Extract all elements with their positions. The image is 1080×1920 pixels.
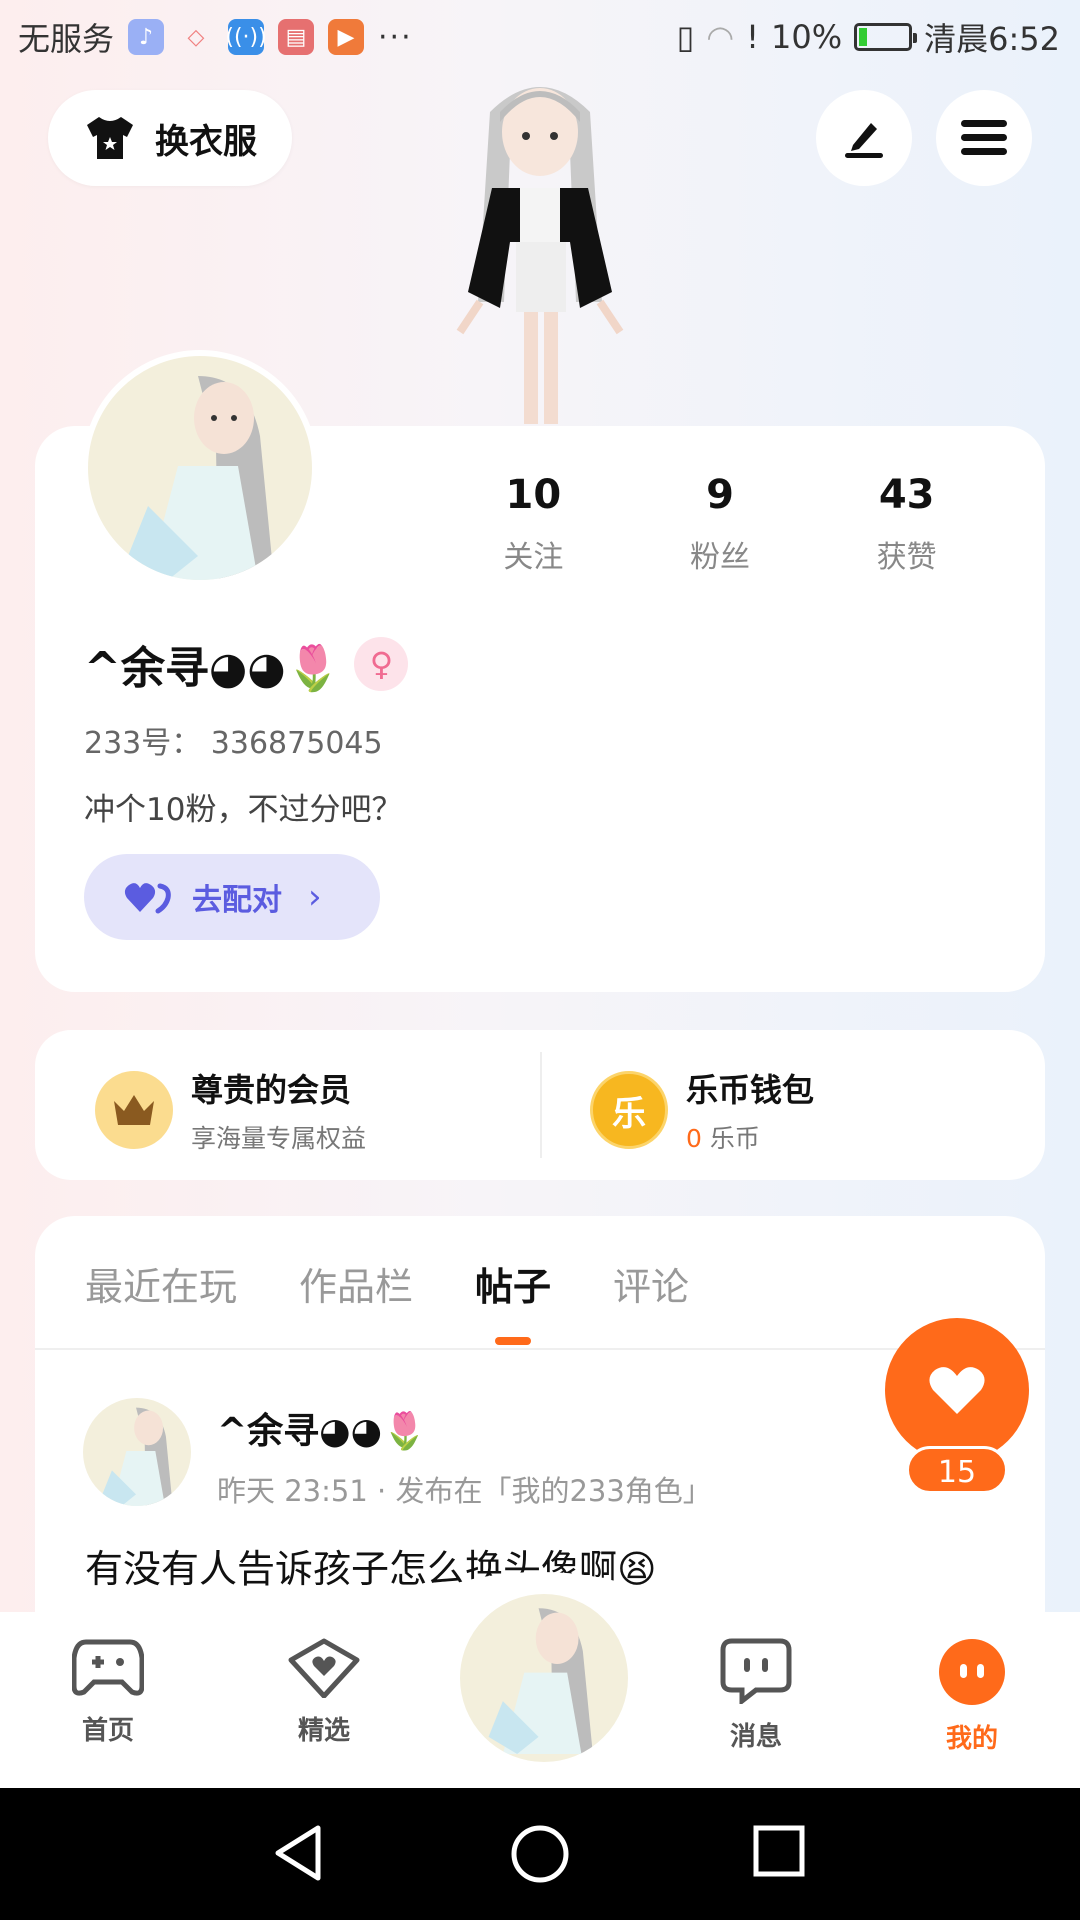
like-button[interactable]: [885, 1318, 1029, 1462]
nav-profile-label: 我的: [945, 1724, 998, 1754]
nickname: ^余寻◕◕🌷: [84, 643, 341, 694]
menu-button[interactable]: [936, 90, 1032, 186]
nav-featured-label: 精选: [297, 1716, 350, 1746]
wallet-entry[interactable]: 乐 乐币钱包 0 乐币: [590, 1065, 814, 1155]
go-match-label: 去配对: [192, 883, 282, 918]
profile-avatar[interactable]: [82, 350, 318, 586]
back-icon[interactable]: [272, 1824, 326, 1882]
change-outfit-button[interactable]: 换衣服: [48, 90, 292, 186]
more-notifications-icon: ···: [378, 19, 413, 55]
vip-member-entry[interactable]: 尊贵的会员 享海量专属权益: [95, 1065, 366, 1155]
followers-stat[interactable]: 9 粉丝: [627, 472, 814, 576]
hotspot-icon: ((·)): [225, 19, 267, 55]
hamburger-icon: [961, 120, 1007, 155]
chat-icon: [720, 1638, 792, 1707]
bio-text: 冲个10粉，不过分吧？: [84, 792, 403, 828]
member-wallet-card: 尊贵的会员 享海量专属权益 乐 乐币钱包 0 乐币: [35, 1030, 1045, 1180]
heart-icon: [929, 1367, 985, 1414]
system-nav-bar: [0, 1788, 1080, 1920]
pen-icon: [845, 123, 883, 158]
edit-button[interactable]: [816, 90, 912, 186]
followers-label: 粉丝: [690, 540, 750, 575]
vip-title: 尊贵的会员: [191, 1071, 352, 1109]
nav-home[interactable]: 首页: [38, 1638, 178, 1747]
following-count: 10: [505, 472, 562, 518]
likes-label: 获赞: [876, 540, 937, 575]
music-icon: ♪: [128, 19, 165, 55]
video-icon: ▶: [328, 19, 365, 55]
account-id: 233号： 336875045: [84, 726, 383, 761]
nav-messages[interactable]: 消息: [686, 1638, 826, 1753]
status-bar: 无服务 ♪ ◇ ((·)) ▤ ▶ ··· ▯ ◠ ! 10% 清晨6:52: [0, 0, 1080, 76]
post-author-name: ^余寻◕◕🌷: [217, 1411, 427, 1452]
heart-badge-icon: [288, 1638, 360, 1699]
following-stat[interactable]: 10 关注: [440, 472, 627, 576]
nav-center-avatar[interactable]: [456, 1590, 632, 1766]
avatar-portrait: [488, 1608, 593, 1754]
tab-recently-played[interactable]: 最近在玩: [85, 1256, 237, 1311]
profile-dots-icon: [939, 1639, 1005, 1705]
wallet-unit: 乐币: [709, 1124, 760, 1153]
likes-stat[interactable]: 43 获赞: [813, 472, 1000, 576]
divider: [540, 1052, 542, 1158]
change-outfit-label: 换衣服: [155, 121, 257, 162]
like-count: 15: [906, 1446, 1008, 1494]
avatar-portrait: [102, 1407, 173, 1506]
vip-subtitle: 享海量专属权益: [191, 1124, 367, 1153]
wallet-balance: 0: [686, 1124, 702, 1153]
tab-works[interactable]: 作品栏: [299, 1256, 413, 1311]
avatar-portrait: [128, 376, 274, 580]
nav-messages-label: 消息: [729, 1722, 782, 1752]
followers-count: 9: [706, 472, 734, 518]
vibrate-icon: ▯: [676, 18, 695, 56]
coin-icon: 乐: [590, 1071, 668, 1149]
avatar-figure[interactable]: [420, 72, 660, 428]
nav-featured[interactable]: 精选: [254, 1638, 394, 1747]
clock: 清晨6:52: [924, 20, 1060, 58]
tshirt-icon: [87, 117, 133, 159]
go-match-button[interactable]: 去配对 ›: [84, 854, 380, 940]
nav-profile[interactable]: 我的: [902, 1638, 1042, 1755]
hearts-icon: [124, 883, 171, 914]
nav-home-label: 首页: [81, 1716, 134, 1746]
wallet-title: 乐币钱包: [686, 1071, 815, 1109]
recents-icon[interactable]: [752, 1824, 806, 1878]
battery-icon: [854, 23, 918, 51]
tab-comments[interactable]: 评论: [613, 1256, 689, 1311]
alert-icon: !: [746, 18, 759, 56]
gamepad-icon: [71, 1639, 145, 1696]
wifi-icon: ◠: [706, 18, 735, 56]
album-icon: ▤: [278, 19, 315, 55]
post-meta: 昨天 23:51 · 发布在「我的233角色」: [217, 1474, 712, 1508]
crown-icon: [95, 1071, 173, 1149]
battery-percent: 10%: [771, 18, 843, 56]
likes-count: 43: [878, 472, 935, 518]
tab-posts[interactable]: 帖子: [475, 1256, 551, 1311]
home-icon[interactable]: [510, 1824, 570, 1884]
post-author-avatar[interactable]: [83, 1398, 191, 1506]
chevron-right-icon: ›: [308, 877, 322, 917]
stats-row: 10 关注 9 粉丝 43 获赞: [440, 472, 1000, 576]
tag-icon: ◇: [187, 24, 205, 50]
following-label: 关注: [503, 540, 564, 575]
tab-bar: 最近在玩 作品栏 帖子 评论: [85, 1256, 689, 1311]
tab-divider: [35, 1348, 1045, 1350]
carrier-text: 无服务: [18, 20, 115, 58]
female-gender-icon: ♀: [354, 637, 409, 691]
nickname-row: ^余寻◕◕🌷 ♀: [84, 632, 409, 696]
